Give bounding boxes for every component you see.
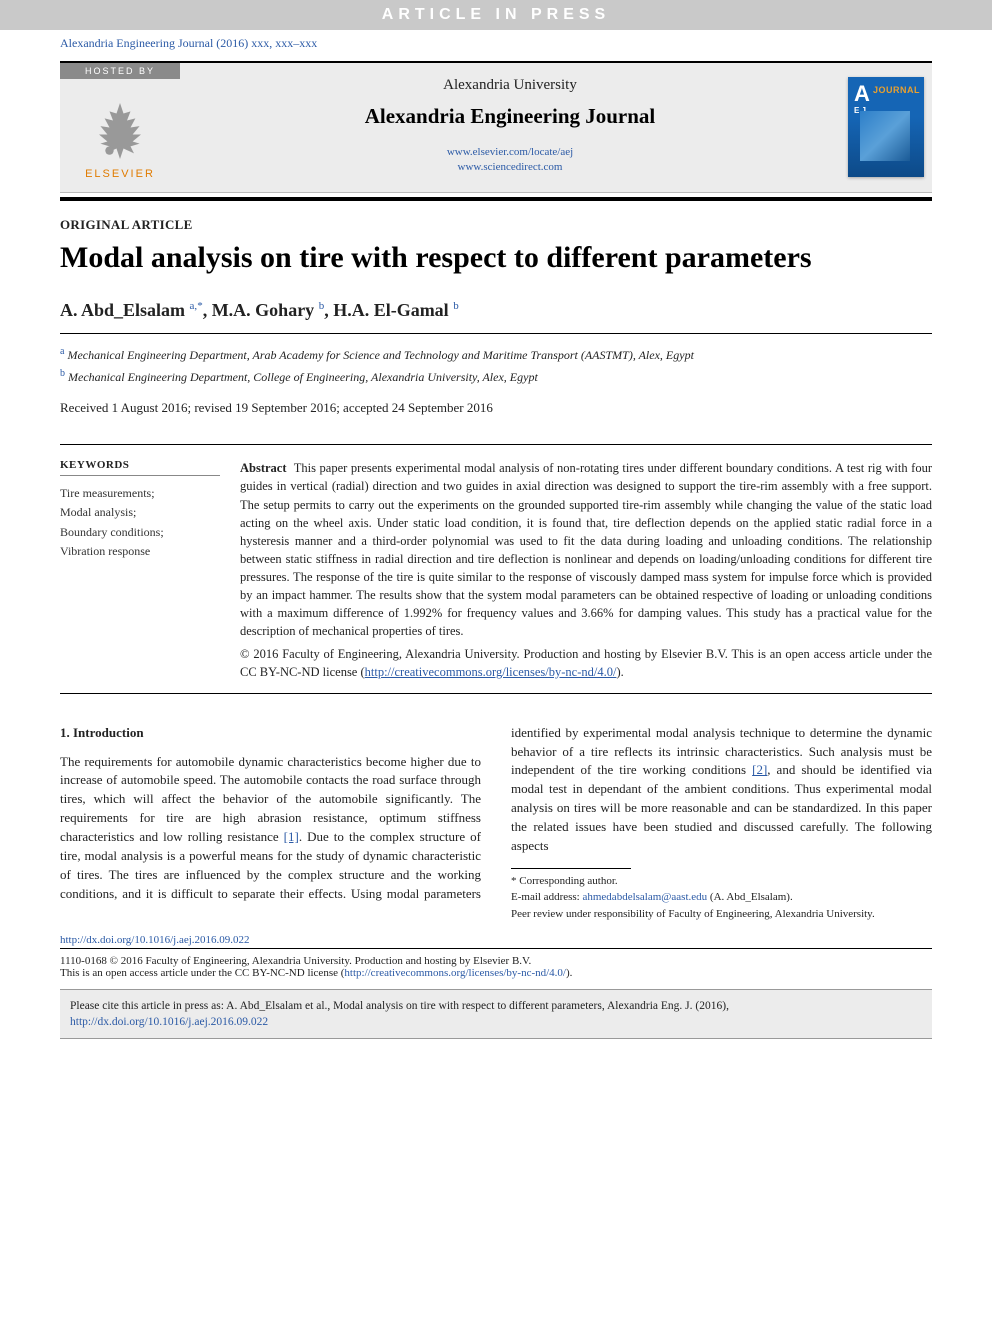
body-columns: 1. Introduction The requirements for aut… [60,724,932,922]
journal-cover: AE J JOURNAL [848,77,924,177]
rule [60,948,932,949]
article-title: Modal analysis on tire with respect to d… [60,239,932,277]
author-2: M.A. Gohary [212,300,315,320]
elsevier-logo: ELSEVIER [60,79,180,192]
abstract-block: KEYWORDS Tire measurements; Modal analys… [60,444,932,694]
author-email-link[interactable]: ahmedabdelsalam@aast.edu [582,891,707,903]
footnotes: * Corresponding author. E-mail address: … [511,873,932,923]
cc-license-link[interactable]: http://creativecommons.org/licenses/by-n… [365,665,617,679]
in-press-banner: ARTICLE IN PRESS [0,0,992,30]
page-container: Alexandria Engineering Journal (2016) xx… [0,30,992,1079]
citation-doi-link[interactable]: http://dx.doi.org/10.1016/j.aej.2016.09.… [70,1016,268,1028]
section-1-heading: 1. Introduction [60,724,481,743]
thick-rule [60,197,932,201]
abstract-column: Abstract This paper presents experimenta… [240,459,932,681]
doi-block: http://dx.doi.org/10.1016/j.aej.2016.09.… [60,934,932,979]
elsevier-tree-icon [85,96,155,166]
cc-license-link-footer[interactable]: http://creativecommons.org/licenses/by-n… [344,967,566,979]
cover-thumbnail-box: AE J JOURNAL [840,63,932,192]
copyright-line: © 2016 Faculty of Engineering, Alexandri… [240,645,932,681]
affiliation-b: b Mechanical Engineering Department, Col… [60,366,932,386]
cover-label: JOURNAL [873,85,920,95]
publisher-name: ELSEVIER [85,168,155,180]
peer-review-note: Peer review under responsibility of Facu… [511,906,932,923]
article-type: ORIGINAL ARTICLE [60,217,932,233]
cover-art [860,111,910,161]
sciencedirect-link[interactable]: www.sciencedirect.com [458,161,563,173]
keywords-heading: KEYWORDS [60,459,220,476]
journal-links: www.elsevier.com/locate/aej www.scienced… [190,145,830,176]
keywords-list: Tire measurements; Modal analysis; Bound… [60,484,220,561]
author-1: A. Abd_Elsalam [60,300,185,320]
abstract-text: This paper presents experimental modal a… [240,461,932,638]
affiliation-a: a Mechanical Engineering Department, Ara… [60,344,932,364]
authors: A. Abd_Elsalam a,*, M.A. Gohary b, H.A. … [60,300,932,321]
ref-1-link[interactable]: [1] [284,829,299,844]
journal-header: HOSTED BY ELSEVIER Alexandria University… [60,61,932,193]
email-line: E-mail address: ahmedabdelsalam@aast.edu… [511,889,932,906]
open-access-line: This is an open access article under the… [60,967,932,979]
keywords-column: KEYWORDS Tire measurements; Modal analys… [60,459,240,681]
ref-2-link[interactable]: [2] [752,762,767,777]
article-dates: Received 1 August 2016; revised 19 Septe… [60,400,932,416]
elsevier-locate-link[interactable]: www.elsevier.com/locate/aej [447,146,573,158]
citation-box: Please cite this article in press as: A.… [60,989,932,1039]
abstract-label: Abstract [240,461,287,475]
journal-title: Alexandria Engineering Journal [190,104,830,129]
hosted-by-label: HOSTED BY [60,63,180,79]
author-3: H.A. El-Gamal [333,300,449,320]
issn-copyright: 1110-0168 © 2016 Faculty of Engineering,… [60,955,932,967]
header-center: Alexandria University Alexandria Enginee… [180,63,840,192]
doi-link[interactable]: http://dx.doi.org/10.1016/j.aej.2016.09.… [60,934,250,946]
footnote-rule [511,868,631,869]
publisher-box: HOSTED BY ELSEVIER [60,63,180,192]
rule [60,333,932,334]
university-name: Alexandria University [190,77,830,94]
corresponding-author: * Corresponding author. [511,873,932,890]
citation-header: Alexandria Engineering Journal (2016) xx… [60,30,932,61]
